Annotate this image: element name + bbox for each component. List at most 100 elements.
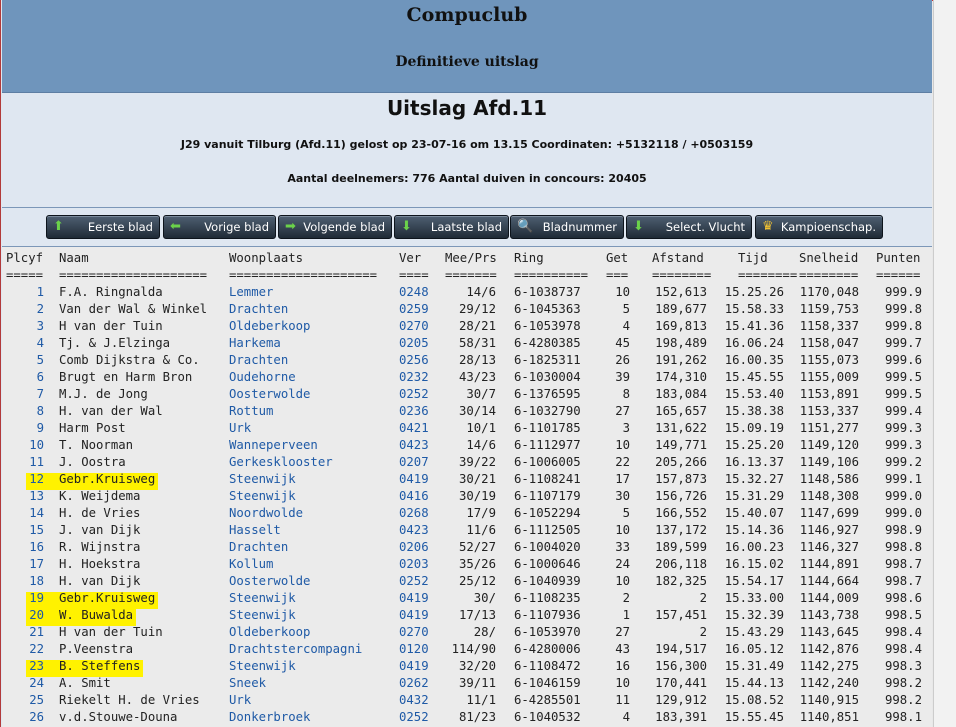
cell-ring: 6-1107936 — [514, 608, 581, 622]
table-row: 17 H. Hoekstra Kollum 0203 35/26 6-1000646 24 2… — [2, 556, 932, 573]
cell-naam[interactable]: Tj. & J.Elzinga — [59, 335, 170, 352]
cell-afstand: 2 — [699, 591, 707, 605]
cell-naam[interactable]: H van der Tuin — [59, 624, 163, 641]
cell-naam[interactable]: F.A. Ringnalda — [59, 284, 163, 301]
cell-woonplaats[interactable]: Drachten — [229, 539, 288, 556]
cell-woonplaats[interactable]: Steenwijk — [229, 607, 296, 624]
cell-woonplaats[interactable]: Steenwijk — [229, 471, 296, 488]
cell-snelheid: 1140,915 — [799, 693, 859, 707]
cell-naam[interactable]: H. van Dijk — [59, 573, 140, 590]
cell-ring: Ring — [514, 251, 544, 265]
cell-naam[interactable]: J. van Dijk — [59, 522, 140, 539]
cell-ver: 0423 — [399, 523, 429, 537]
cell-tijd: 15.09.19 — [724, 421, 784, 435]
cell-plcyf: 12 — [29, 472, 44, 486]
nav-button-volgende-blad[interactable]: ➡ Volgende blad — [278, 215, 392, 239]
nav-button-laatste-blad[interactable]: ⬇ Laatste blad — [394, 215, 509, 239]
cell-woonplaats[interactable]: Oosterwolde — [229, 386, 310, 403]
cell-naam[interactable]: W. Buwalda — [59, 607, 133, 624]
cell-naam[interactable]: Harm Post — [59, 420, 126, 437]
cell-naam[interactable]: A. Smit — [59, 675, 111, 692]
flight-info: Uitslag Afd.11 J29 vanuit Tilburg (Afd.1… — [2, 93, 932, 208]
nav-button-bladnummer[interactable]: 🔍 Bladnummer — [510, 215, 624, 239]
cell-get: 4 — [622, 710, 630, 724]
cell-tijd: 15.25.26 — [724, 285, 784, 299]
cell-punten: 998.2 — [884, 693, 922, 707]
cell-snelheid: 1158,047 — [799, 336, 859, 350]
cell-naam[interactable]: H. de Vries — [59, 505, 140, 522]
cell-punten: 999.8 — [884, 302, 922, 316]
cell-mee-prs: 58/31 — [458, 336, 496, 350]
cell-woonplaats[interactable]: Noordwolde — [229, 505, 303, 522]
cell-woonplaats[interactable]: Urk — [229, 692, 251, 709]
cell-woonplaats[interactable]: Steenwijk — [229, 658, 296, 675]
cell-naam[interactable]: B. Steffens — [59, 658, 140, 675]
cell-woonplaats[interactable]: Steenwijk — [229, 488, 296, 505]
cell-naam[interactable]: K. Weijdema — [59, 488, 140, 505]
cell-plcyf: 3 — [36, 319, 44, 333]
cell-naam[interactable]: J. Oostra — [59, 454, 126, 471]
cell-naam[interactable]: H van der Tuin — [59, 318, 163, 335]
cell-woonplaats[interactable]: Steenwijk — [229, 590, 296, 607]
cell-woonplaats[interactable]: Oldeberkoop — [229, 318, 310, 335]
cell-naam[interactable]: Van der Wal & Winkel — [59, 301, 207, 318]
cell-woonplaats[interactable]: Oldeberkoop — [229, 624, 310, 641]
cell-snelheid: Snelheid — [799, 251, 859, 265]
nav-button-select-vlucht[interactable]: ⬇ Select. Vlucht — [626, 215, 752, 239]
cell-woonplaats[interactable]: Oosterwolde — [229, 573, 310, 590]
cell-woonplaats[interactable]: Urk — [229, 420, 251, 437]
vertical-scrollbar[interactable] — [933, 0, 956, 727]
cell-woonplaats[interactable]: Donkerbroek — [229, 709, 310, 726]
cell-woonplaats[interactable]: Drachtstercompagni — [229, 641, 362, 658]
arrow-right-icon: ➡ — [285, 219, 296, 234]
cell-woonplaats[interactable]: Lemmer — [229, 284, 273, 301]
nav-button-eerste-blad[interactable]: ⬆ Eerste blad — [46, 215, 160, 239]
cell-naam[interactable]: Gebr.Kruisweg — [59, 471, 155, 488]
cell-woonplaats[interactable]: Drachten — [229, 352, 288, 369]
cell-woonplaats[interactable]: Sneek — [229, 675, 266, 692]
cell-punten: 999.5 — [884, 370, 922, 384]
cell-snelheid: 1153,891 — [799, 387, 859, 401]
cell-naam[interactable]: R. Wijnstra — [59, 539, 140, 556]
cell-snelheid: 1144,009 — [799, 591, 859, 605]
cell-ver: 0432 — [399, 693, 429, 707]
cell-tijd: 16.00.35 — [724, 353, 784, 367]
cell-ring: 6-1053970 — [514, 625, 581, 639]
cell-woonplaats[interactable]: Harkema — [229, 335, 281, 352]
cell-plcyf: 21 — [29, 625, 44, 639]
cell-naam[interactable]: H. Hoekstra — [59, 556, 140, 573]
cell-woonplaats[interactable]: Oudehorne — [229, 369, 296, 386]
cell-naam[interactable]: Comb Dijkstra & Co. — [59, 352, 200, 369]
cell-mee-prs: 52/27 — [458, 540, 496, 554]
cell-woonplaats[interactable]: Kollum — [229, 556, 273, 573]
cell-naam[interactable]: P.Veenstra — [59, 641, 133, 658]
nav-button-vorige-blad[interactable]: ⬅ Vorige blad — [163, 215, 276, 239]
cell-punten: 999.4 — [884, 404, 922, 418]
cell-afstand: Afstand — [652, 251, 704, 265]
cell-snelheid: 1147,699 — [799, 506, 859, 520]
table-row: 2 Van der Wal & Winkel Drachten 0259 29/12 6-… — [2, 301, 932, 318]
cell-woonplaats[interactable]: Rottum — [229, 403, 273, 420]
cell-naam[interactable]: H. van der Wal — [59, 403, 163, 420]
cell-naam[interactable]: M.J. de Jong — [59, 386, 148, 403]
cell-naam[interactable]: Gebr.Kruisweg — [59, 590, 155, 607]
cell-woonplaats[interactable]: Gerkesklooster — [229, 454, 333, 471]
cell-naam[interactable]: T. Noorman — [59, 437, 133, 454]
cell-woonplaats[interactable]: Drachten — [229, 301, 288, 318]
cell-naam[interactable]: v.d.Stouwe-Douna — [59, 709, 177, 726]
cell-tijd: 16.15.02 — [724, 557, 784, 571]
cell-naam[interactable]: Riekelt H. de Vries — [59, 692, 200, 709]
cell-woonplaats[interactable]: Hasselt — [229, 522, 281, 539]
participants-summary: Aantal deelnemers: 776 Aantal duiven in … — [287, 172, 647, 185]
cell-naam[interactable]: Brugt en Harm Bron — [59, 369, 192, 386]
table-row: 9 Harm Post Urk 0421 10/1 6-1101785 3 131,622 15… — [2, 420, 932, 437]
cell-mee-prs: 28/ — [473, 625, 496, 639]
cell-punten: 999.3 — [884, 421, 922, 435]
cell-woonplaats[interactable]: Wanneperveen — [229, 437, 318, 454]
cell-plcyf: 14 — [29, 506, 44, 520]
cell-get: 27 — [615, 625, 630, 639]
cell-plcyf: 9 — [36, 421, 44, 435]
nav-button-kampioenschap[interactable]: ♛ Kampioenschap. — [755, 215, 883, 239]
cell-ring: 6-1108472 — [514, 659, 581, 673]
cell-tijd: 16.13.37 — [724, 455, 784, 469]
